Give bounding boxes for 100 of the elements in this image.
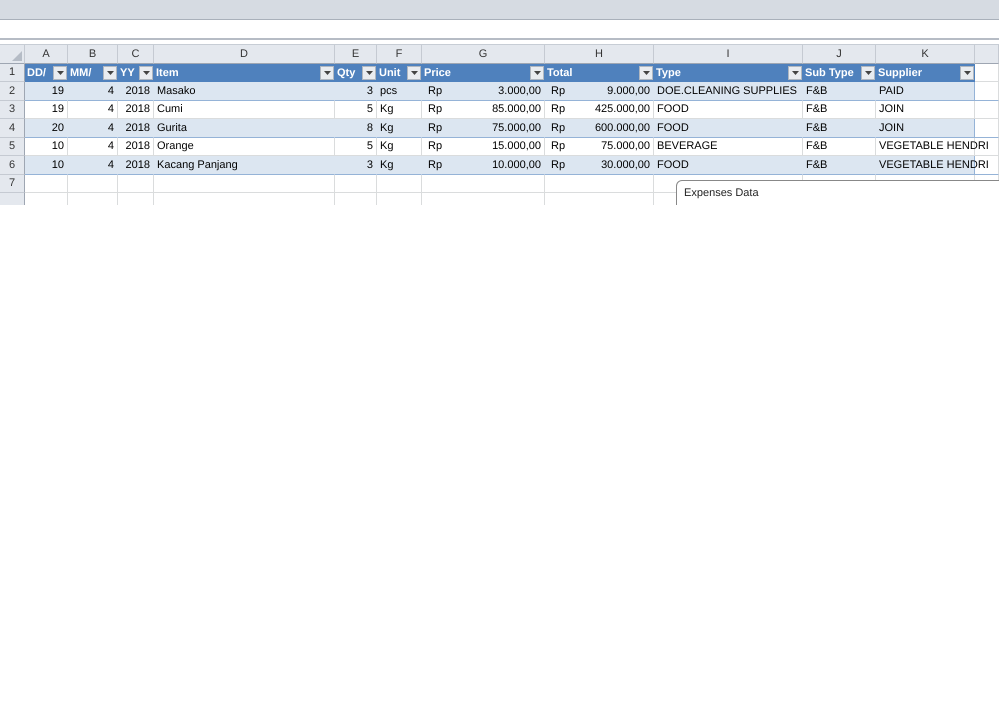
table-cell: Kg <box>377 138 422 156</box>
chart-frame[interactable]: Expenses Data <box>676 180 999 205</box>
header-label: MM/ <box>70 66 92 79</box>
amount-value: 30.000,00 <box>601 158 650 171</box>
table-cell: 4 <box>68 82 118 100</box>
table-cell: 4 <box>68 100 118 119</box>
table-cell: F&B <box>803 156 876 174</box>
column-letter[interactable]: A <box>25 45 68 64</box>
dropdown-arrow-icon <box>964 70 970 75</box>
currency-label: Rp <box>551 103 566 116</box>
amount-value: 15.000,00 <box>492 140 541 152</box>
dropdown-arrow-icon <box>106 70 114 75</box>
filter-button[interactable] <box>861 66 875 80</box>
amount-value: 600.000,00 <box>594 122 650 134</box>
column-letter[interactable]: E <box>335 45 377 64</box>
table-cell: 2018 <box>118 156 154 174</box>
table-cell: 19 <box>25 82 68 100</box>
dropdown-arrow-icon <box>324 70 330 75</box>
dropdown-arrow-icon <box>410 70 418 75</box>
filter-button[interactable] <box>139 66 153 80</box>
table-cell: 2018 <box>118 138 154 156</box>
table-cell: Kacang Panjang <box>154 156 335 174</box>
amount-value: 75.000,00 <box>601 140 650 152</box>
amount-value: 75.000,00 <box>492 122 541 134</box>
header-label: DD/ <box>27 66 46 79</box>
header-label: Qty <box>337 66 356 79</box>
row-number[interactable]: 3 <box>0 100 25 119</box>
table-cell: 2018 <box>118 100 154 119</box>
column-letter[interactable]: H <box>545 45 654 64</box>
dropdown-arrow-icon <box>642 70 650 75</box>
table-cell: 2018 <box>118 119 154 138</box>
currency-label: Rp <box>428 84 442 97</box>
table-cell: 5 <box>335 138 377 156</box>
header-label: Unit <box>379 66 400 79</box>
row-number[interactable]: 6 <box>0 156 25 174</box>
header-label: Price <box>424 66 451 79</box>
header-label: Item <box>156 66 179 79</box>
header-label: Sub Type <box>805 66 854 79</box>
amount-value: 3.000,00 <box>498 84 541 97</box>
table-cell: PAID <box>876 82 999 100</box>
row-number[interactable]: 2 <box>0 82 25 100</box>
column-letter[interactable]: F <box>377 45 422 64</box>
filter-button[interactable] <box>788 66 802 80</box>
currency-label: Rp <box>428 140 442 152</box>
header-label: Supplier <box>878 66 922 79</box>
column-letter[interactable]: G <box>422 45 545 64</box>
column-letter[interactable]: J <box>803 45 876 64</box>
empty-cell <box>377 174 422 193</box>
table-cell: F&B <box>803 82 876 100</box>
table-cell: 4 <box>68 156 118 174</box>
table-cell: F&B <box>803 100 876 119</box>
filter-button[interactable] <box>53 66 67 80</box>
table-cell: FOOD <box>654 156 803 174</box>
table-cell: 5 <box>335 100 377 119</box>
dropdown-arrow-icon <box>366 70 372 75</box>
table-cell: Kg <box>377 100 422 119</box>
filter-button[interactable] <box>639 66 653 80</box>
amount-value: 10.000,00 <box>492 158 541 171</box>
table-cell: 4 <box>68 138 118 156</box>
row-number[interactable]: 7 <box>0 174 25 193</box>
column-letter[interactable]: K <box>876 45 975 64</box>
table-cell: Orange <box>154 138 335 156</box>
table-cell: VEGETABLE HENDRI <box>876 138 999 156</box>
currency-label: Rp <box>551 84 566 97</box>
header-label: YY <box>120 66 135 79</box>
header-label: Total <box>547 66 572 79</box>
table-cell: Gurita <box>154 119 335 138</box>
table-cell: Cumi <box>154 100 335 119</box>
table-cell: 20 <box>25 119 68 138</box>
row-number[interactable]: 4 <box>0 119 25 138</box>
filter-button[interactable] <box>320 66 334 80</box>
filter-button[interactable] <box>103 66 117 80</box>
table-cell: JOIN <box>876 119 999 138</box>
dropdown-arrow-icon <box>56 70 64 75</box>
table-cell: 10 <box>25 138 68 156</box>
table-cell: JOIN <box>876 100 999 119</box>
table-cell: 4 <box>68 119 118 138</box>
filter-button[interactable] <box>407 66 421 80</box>
table-cell: VEGETABLE HENDRI <box>876 156 999 174</box>
dropdown-arrow-icon <box>534 70 540 75</box>
filter-button[interactable] <box>960 66 974 80</box>
row-number[interactable]: 1 <box>0 64 25 82</box>
empty-cell <box>118 174 154 193</box>
column-letter[interactable]: D <box>154 45 335 64</box>
column-letter[interactable]: C <box>118 45 154 64</box>
dropdown-arrow-icon <box>864 70 872 75</box>
table-cell: Masako <box>154 82 335 100</box>
table-cell: 8 <box>335 119 377 138</box>
row-number[interactable]: 5 <box>0 138 25 156</box>
column-letter[interactable]: I <box>654 45 803 64</box>
table-cell: 2018 <box>118 82 154 100</box>
table-cell: BEVERAGE <box>654 138 803 156</box>
filter-button[interactable] <box>362 66 376 80</box>
chart-title: Expenses Data <box>684 187 759 199</box>
table-cell: 3 <box>335 82 377 100</box>
column-letter[interactable]: B <box>68 45 118 64</box>
empty-cell <box>68 174 118 193</box>
amount-value: 85.000,00 <box>492 103 541 116</box>
filter-button[interactable] <box>530 66 544 80</box>
amount-value: 9.000,00 <box>607 84 650 97</box>
